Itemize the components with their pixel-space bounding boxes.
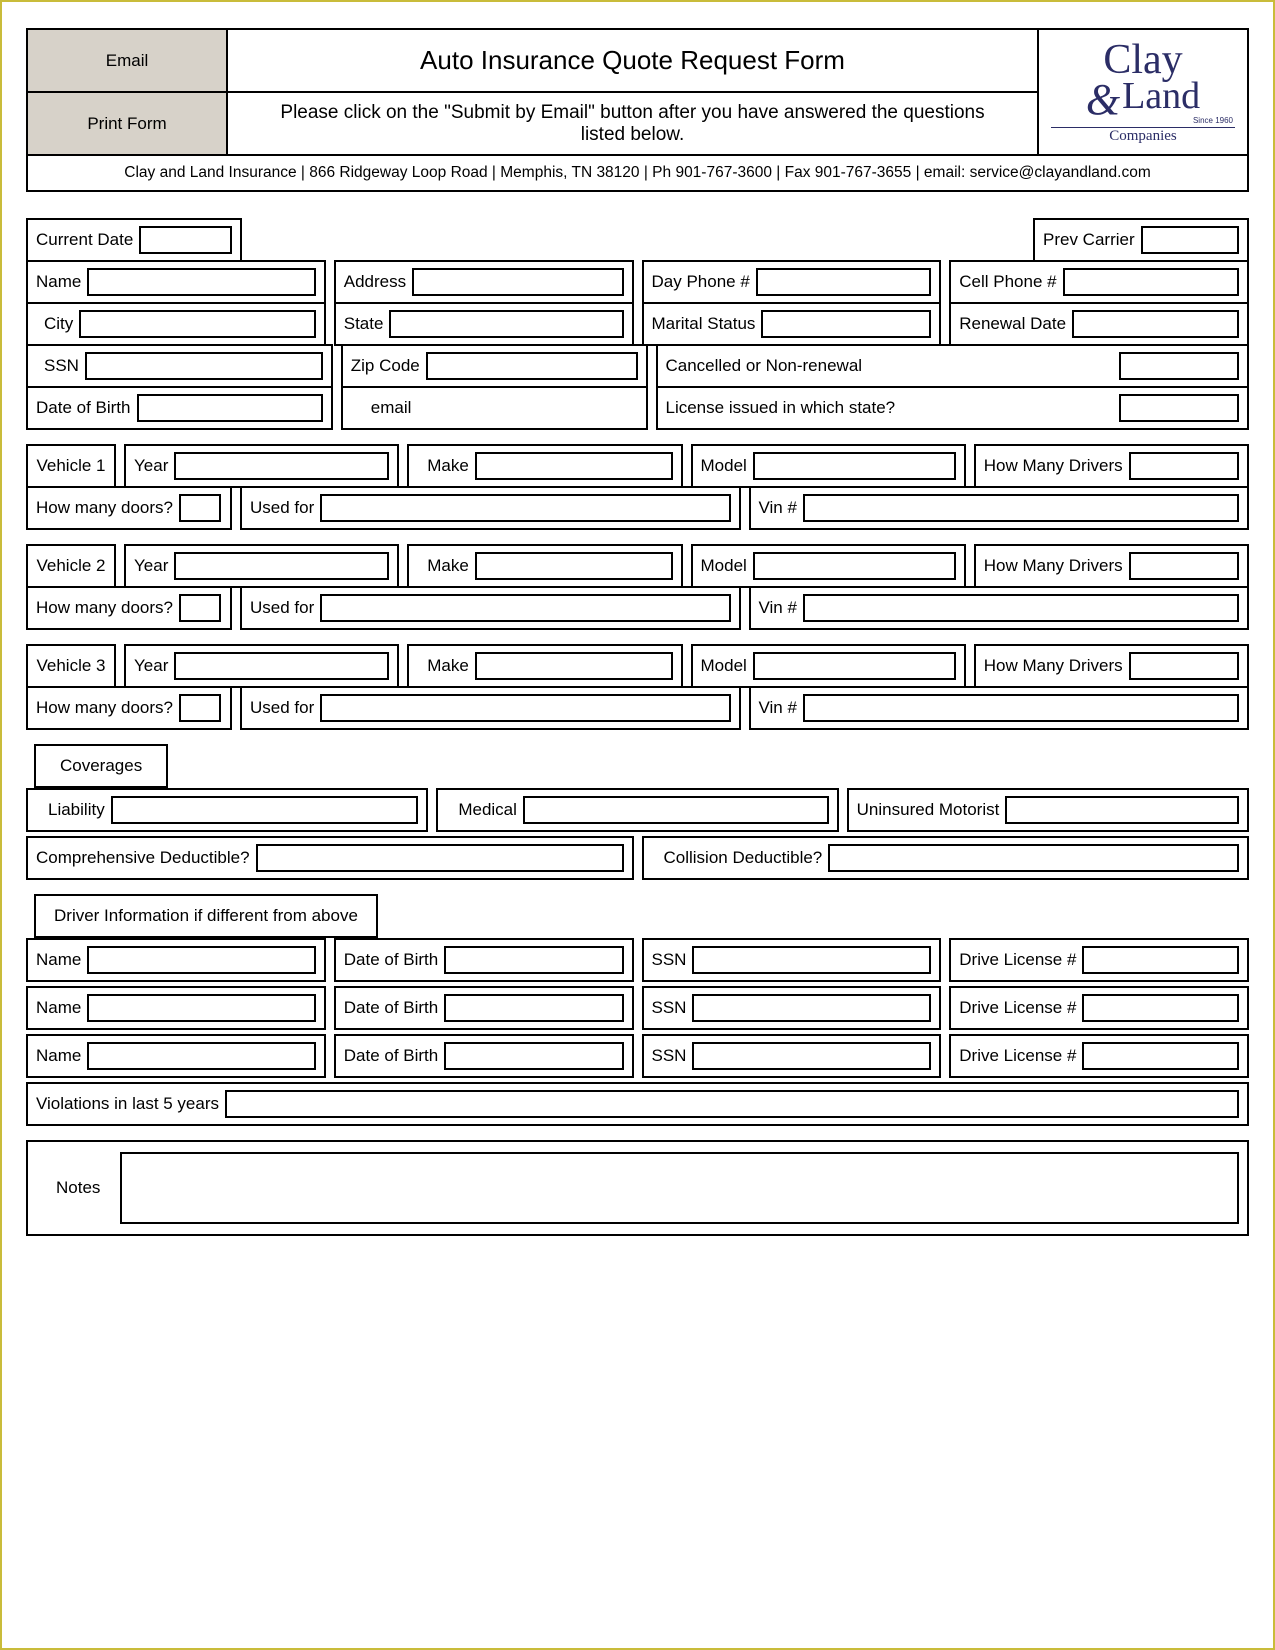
form-subtitle: Please click on the "Submit by Email" bu… bbox=[227, 92, 1038, 155]
driver-1-ssn[interactable]: SSN bbox=[642, 938, 942, 982]
vehicle-1-year[interactable]: Year bbox=[124, 444, 399, 488]
address-field[interactable]: Address bbox=[334, 260, 634, 304]
vehicle-2-vin[interactable]: Vin # bbox=[749, 586, 1250, 630]
contact-info: Clay and Land Insurance | 866 Ridgeway L… bbox=[27, 155, 1248, 191]
driver-3-dob[interactable]: Date of Birth bbox=[334, 1034, 634, 1078]
vehicle-2-year[interactable]: Year bbox=[124, 544, 399, 588]
notes-field[interactable]: Notes bbox=[26, 1140, 1249, 1236]
vehicle-2-doors[interactable]: How many doors? bbox=[26, 586, 232, 630]
vehicle-3-label: Vehicle 3 bbox=[26, 644, 116, 688]
marital-field[interactable]: Marital Status bbox=[642, 302, 942, 346]
current-date-label: Current Date bbox=[36, 230, 133, 250]
vehicle-2-make[interactable]: Make bbox=[407, 544, 682, 588]
medical-field[interactable]: Medical bbox=[436, 788, 838, 832]
driver-info-title: Driver Information if different from abo… bbox=[34, 894, 378, 938]
current-date-field[interactable]: Current Date bbox=[26, 218, 242, 262]
logo-sub: Companies bbox=[1039, 128, 1247, 145]
notes-section: Notes bbox=[26, 1140, 1249, 1236]
email-field[interactable]: email bbox=[341, 386, 648, 430]
vehicle-1-vin[interactable]: Vin # bbox=[749, 486, 1250, 530]
driver-3-license[interactable]: Drive License # bbox=[949, 1034, 1249, 1078]
vehicle-1: Vehicle 1 Year Make Model How Many Drive… bbox=[26, 444, 1249, 530]
driver-2-name[interactable]: Name bbox=[26, 986, 326, 1030]
vehicle-1-usedfor[interactable]: Used for bbox=[240, 486, 741, 530]
personal-info: Current Date Prev Carrier Name Address D… bbox=[26, 218, 1249, 430]
vehicle-3-make[interactable]: Make bbox=[407, 644, 682, 688]
vehicle-3-drivers[interactable]: How Many Drivers bbox=[974, 644, 1249, 688]
comp-deductible-field[interactable]: Comprehensive Deductible? bbox=[26, 836, 634, 880]
vehicle-1-model[interactable]: Model bbox=[691, 444, 966, 488]
form-title: Auto Insurance Quote Request Form bbox=[227, 29, 1038, 92]
vehicle-3-doors[interactable]: How many doors? bbox=[26, 686, 232, 730]
cancelled-field[interactable]: Cancelled or Non-renewal bbox=[656, 344, 1250, 388]
print-button[interactable]: Print Form bbox=[27, 92, 227, 155]
driver-3-ssn[interactable]: SSN bbox=[642, 1034, 942, 1078]
driver-1-name[interactable]: Name bbox=[26, 938, 326, 982]
driver-3-name[interactable]: Name bbox=[26, 1034, 326, 1078]
violations-field[interactable]: Violations in last 5 years bbox=[26, 1082, 1249, 1126]
collision-deductible-field[interactable]: Collision Deductible? bbox=[642, 836, 1250, 880]
vehicle-1-label: Vehicle 1 bbox=[26, 444, 116, 488]
vehicle-2-drivers[interactable]: How Many Drivers bbox=[974, 544, 1249, 588]
state-field[interactable]: State bbox=[334, 302, 634, 346]
vehicle-3: Vehicle 3 Year Make Model How Many Drive… bbox=[26, 644, 1249, 730]
ssn-field[interactable]: SSN bbox=[26, 344, 333, 388]
vehicle-2-label: Vehicle 2 bbox=[26, 544, 116, 588]
cellphone-field[interactable]: Cell Phone # bbox=[949, 260, 1249, 304]
driver-1-license[interactable]: Drive License # bbox=[949, 938, 1249, 982]
vehicle-3-year[interactable]: Year bbox=[124, 644, 399, 688]
coverages-title: Coverages bbox=[34, 744, 168, 788]
driver-2-license[interactable]: Drive License # bbox=[949, 986, 1249, 1030]
prev-carrier-label: Prev Carrier bbox=[1043, 230, 1135, 250]
vehicle-1-drivers[interactable]: How Many Drivers bbox=[974, 444, 1249, 488]
driver-2-dob[interactable]: Date of Birth bbox=[334, 986, 634, 1030]
vehicle-2-usedfor[interactable]: Used for bbox=[240, 586, 741, 630]
driver-1-dob[interactable]: Date of Birth bbox=[334, 938, 634, 982]
vehicle-3-model[interactable]: Model bbox=[691, 644, 966, 688]
logo: Clay &Land Since 1960 Companies bbox=[1038, 29, 1248, 155]
email-button[interactable]: Email bbox=[27, 29, 227, 92]
vehicle-3-usedfor[interactable]: Used for bbox=[240, 686, 741, 730]
liability-field[interactable]: Liability bbox=[26, 788, 428, 832]
name-field[interactable]: Name bbox=[26, 260, 326, 304]
header-block: Email Auto Insurance Quote Request Form … bbox=[26, 28, 1249, 192]
license-state-field[interactable]: License issued in which state? bbox=[656, 386, 1250, 430]
vehicle-2-model[interactable]: Model bbox=[691, 544, 966, 588]
uninsured-field[interactable]: Uninsured Motorist bbox=[847, 788, 1249, 832]
current-date-input[interactable] bbox=[139, 226, 232, 254]
vehicle-2: Vehicle 2 Year Make Model How Many Drive… bbox=[26, 544, 1249, 630]
driver-2-ssn[interactable]: SSN bbox=[642, 986, 942, 1030]
prev-carrier-input[interactable] bbox=[1141, 226, 1239, 254]
dob-field[interactable]: Date of Birth bbox=[26, 386, 333, 430]
vehicle-3-vin[interactable]: Vin # bbox=[749, 686, 1250, 730]
prev-carrier-field[interactable]: Prev Carrier bbox=[1033, 218, 1249, 262]
vehicle-1-doors[interactable]: How many doors? bbox=[26, 486, 232, 530]
driver-info-section: Driver Information if different from abo… bbox=[26, 894, 1249, 1126]
dayphone-field[interactable]: Day Phone # bbox=[642, 260, 942, 304]
coverages-section: Coverages Liability Medical Uninsured Mo… bbox=[26, 744, 1249, 880]
renewal-field[interactable]: Renewal Date bbox=[949, 302, 1249, 346]
vehicle-1-make[interactable]: Make bbox=[407, 444, 682, 488]
zip-field[interactable]: Zip Code bbox=[341, 344, 648, 388]
city-field[interactable]: City bbox=[26, 302, 326, 346]
